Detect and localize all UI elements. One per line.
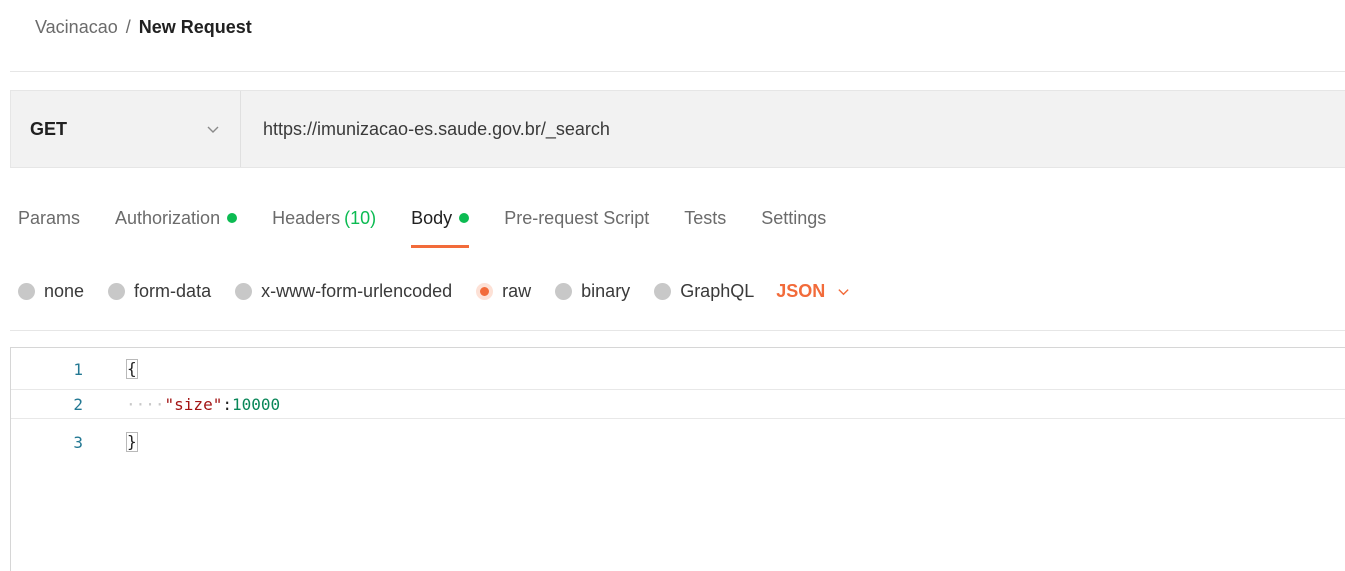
tab-label: Pre-request Script: [504, 207, 650, 228]
breadcrumb-separator: /: [125, 16, 131, 37]
radio-x-www-form-urlencoded[interactable]: x-www-form-urlencoded: [235, 281, 452, 302]
line-number: 3: [73, 432, 83, 452]
code-text: }: [126, 432, 138, 452]
radio-circle-icon: [18, 282, 35, 300]
tab-label: Settings: [761, 207, 827, 228]
active-tab-indicator: [411, 245, 470, 248]
tab-label: Headers: [272, 207, 341, 228]
tab-label: Authorization: [115, 207, 221, 228]
tab-body[interactable]: Body: [411, 200, 470, 248]
chevron-down-icon: [838, 288, 849, 295]
radio-graphql[interactable]: GraphQL: [654, 281, 754, 302]
status-dot-icon: [227, 213, 238, 223]
body-type-options: none form-data x-www-form-urlencoded raw…: [18, 273, 850, 309]
method-label: GET: [30, 118, 68, 139]
json-colon: :: [222, 394, 232, 414]
indent-whitespace: ····: [126, 394, 165, 414]
radio-label: GraphQL: [680, 280, 755, 301]
radio-circle-icon: [235, 282, 253, 300]
radio-binary[interactable]: binary: [555, 281, 630, 302]
radio-label: form-data: [134, 280, 212, 301]
divider: [10, 330, 1345, 331]
radio-label: x-www-form-urlencoded: [261, 280, 453, 301]
tab-params[interactable]: Params: [18, 200, 80, 236]
code-text: ···· "size":10000: [126, 395, 280, 414]
method-select[interactable]: GET: [11, 91, 241, 167]
language-select[interactable]: JSON: [776, 281, 850, 302]
radio-circle-icon: [654, 282, 672, 300]
radio-raw[interactable]: raw: [476, 281, 531, 302]
divider: [10, 71, 1345, 72]
tab-authorization[interactable]: Authorization: [115, 200, 238, 236]
tab-label: Tests: [684, 207, 727, 228]
editor-line-current: 2 ···· "size":10000: [11, 389, 1345, 419]
request-bar: GET https://imunizacao-es.saude.gov.br/_…: [10, 90, 1345, 168]
tab-pre-request-script[interactable]: Pre-request Script: [504, 200, 649, 236]
tab-tests[interactable]: Tests: [684, 200, 726, 236]
breadcrumb-collection[interactable]: Vacinacao: [35, 17, 118, 38]
matching-brace: }: [126, 432, 138, 452]
breadcrumb-request-name[interactable]: New Request: [139, 17, 252, 38]
radio-selected-icon: [476, 282, 494, 300]
radio-label: binary: [581, 280, 631, 301]
body-code-editor[interactable]: 1 { 2 ···· "size":10000 3 }: [10, 347, 1345, 571]
editor-line: 1 {: [11, 354, 1345, 384]
matching-brace: {: [126, 359, 138, 379]
code-text: {: [126, 359, 138, 379]
headers-count: (10): [344, 207, 377, 228]
editor-line: 3 }: [11, 427, 1345, 457]
tab-label: Params: [18, 207, 81, 228]
request-editor-window: Vacinacao / New Request GET https://imun…: [0, 0, 1345, 571]
chevron-down-icon: [207, 126, 219, 133]
tab-headers[interactable]: Headers (10): [272, 200, 376, 236]
radio-label: raw: [502, 280, 532, 301]
status-dot-icon: [459, 213, 470, 223]
tab-label: Body: [411, 207, 453, 228]
url-input[interactable]: https://imunizacao-es.saude.gov.br/_sear…: [241, 91, 1345, 167]
radio-circle-icon: [108, 282, 126, 300]
json-key: "size": [164, 394, 223, 414]
radio-label: none: [44, 280, 85, 301]
line-number: 1: [73, 359, 83, 379]
json-value: 10000: [231, 394, 281, 414]
language-label: JSON: [776, 280, 826, 301]
request-tabs: Params Authorization Headers (10) Body P…: [18, 200, 861, 250]
radio-none[interactable]: none: [18, 281, 84, 302]
tab-settings[interactable]: Settings: [761, 200, 826, 236]
radio-form-data[interactable]: form-data: [108, 281, 211, 302]
breadcrumb: Vacinacao / New Request: [35, 14, 252, 40]
radio-circle-icon: [555, 282, 573, 300]
line-number: 2: [73, 394, 83, 414]
